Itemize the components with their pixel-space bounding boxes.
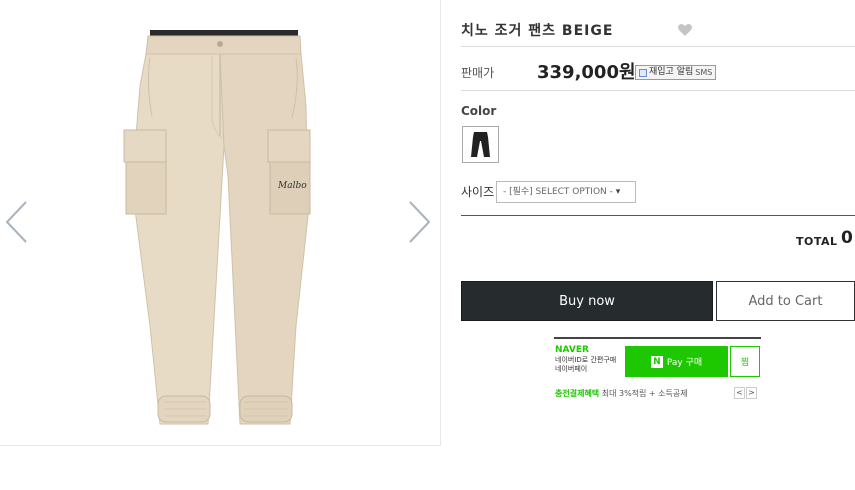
size-select[interactable]: - [필수] SELECT OPTION - ▾ [496, 181, 636, 203]
npay-pay-label: Pay 구매 [666, 358, 703, 368]
restock-alert-button[interactable]: 재입고 알림 SMS [635, 65, 717, 80]
chevron-right-icon[interactable] [406, 200, 432, 244]
naver-pay-button[interactable]: N Pay 구매 [625, 346, 728, 377]
naver-logo: NAVER [555, 345, 589, 355]
total-label: TOTAL [796, 235, 838, 248]
price-label: 판매가 [461, 66, 495, 80]
npay-description: 네이버ID로 간편구매 네이버페이 [555, 356, 625, 374]
npay-promo-text: 최대 3%적립 + 소득공제 [601, 389, 688, 398]
npay-prev-button[interactable]: < [734, 387, 745, 399]
buy-now-button[interactable]: Buy now [461, 281, 713, 321]
size-label: 사이즈 [461, 185, 495, 199]
swatch-image [471, 132, 490, 157]
add-to-cart-button[interactable]: Add to Cart [716, 281, 855, 321]
npay-top-border [554, 337, 761, 339]
caret-down-icon: ▾ [615, 187, 621, 197]
npay-desc-line2: 네이버페이 [555, 365, 588, 373]
npay-n-icon: N [650, 355, 663, 368]
restock-sms: SMS [695, 68, 713, 77]
naver-pay-widget: NAVER 네이버ID로 간편구매 네이버페이 N Pay 구매 찜 충전결제혜… [554, 337, 761, 407]
total-divider [461, 215, 855, 216]
price-value: 339,000원 [537, 62, 636, 83]
color-label: Color [461, 104, 497, 118]
restock-label: 재입고 알림 [649, 67, 694, 77]
heart-icon[interactable] [677, 22, 693, 38]
product-info: 치노 조거 팬츠 BEIGE 판매가 339,000원 재입고 알림 SMS C… [441, 0, 855, 490]
divider [461, 46, 855, 47]
npay-next-button[interactable]: > [746, 387, 757, 399]
product-page: Malbo 치노 조거 팬츠 BEIGE 판매가 339,000원 재입고 알림… [0, 0, 855, 490]
color-swatch-black[interactable] [462, 126, 499, 163]
size-select-value: - [필수] SELECT OPTION - [503, 187, 613, 197]
chevron-left-icon[interactable] [4, 200, 30, 244]
npay-promo-nav: < > [734, 387, 757, 399]
svg-text:Malbo: Malbo [277, 181, 307, 191]
npay-desc-line1: 네이버ID로 간편구매 [555, 356, 617, 364]
total-value: 0 [841, 228, 853, 248]
npay-promo: 충전결제혜택 최대 3%적립 + 소득공제 [555, 388, 688, 399]
product-image: Malbo [123, 30, 311, 425]
product-title: 치노 조거 팬츠 BEIGE [461, 23, 614, 39]
product-gallery: Malbo [0, 0, 441, 446]
npay-promo-title[interactable]: 충전결제혜택 [555, 389, 599, 398]
naver-zzim-button[interactable]: 찜 [730, 346, 760, 377]
divider [461, 90, 855, 91]
bell-icon [639, 68, 647, 77]
